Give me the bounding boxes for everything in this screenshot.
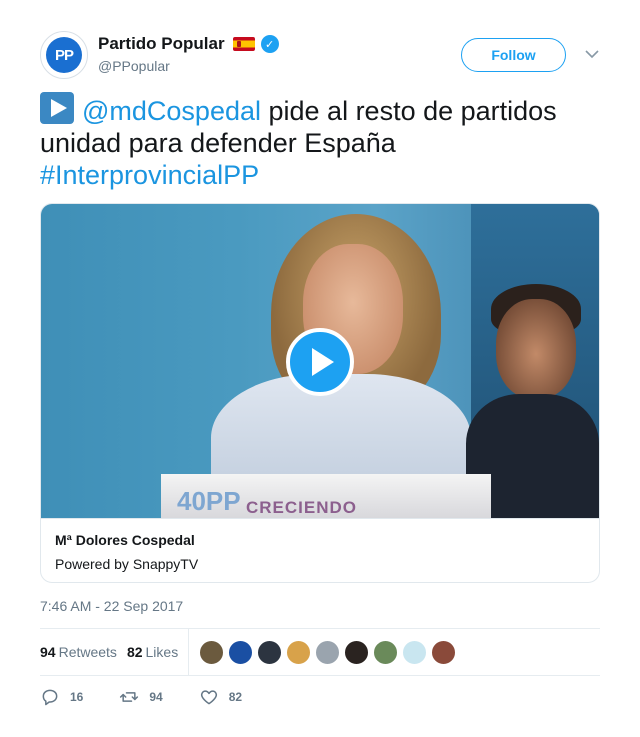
liker-avatars — [199, 639, 460, 665]
account-names: Partido Popular ✓ @PPopular — [98, 33, 279, 74]
retweets-count: 94 — [40, 644, 56, 660]
display-name-row: Partido Popular ✓ — [98, 33, 279, 55]
retweet-icon — [120, 692, 139, 702]
reply-icon — [42, 689, 58, 706]
card-title: Mª Dolores Cospedal — [55, 532, 195, 548]
retweets-label: Retweets — [58, 644, 117, 660]
avatar[interactable]: PP — [40, 31, 88, 79]
retweet-count: 94 — [149, 690, 163, 704]
hashtag-link[interactable]: #InterprovincialPP — [40, 160, 259, 190]
reply-button[interactable]: 16 — [40, 687, 83, 707]
reply-count: 16 — [70, 690, 84, 704]
stats-divider — [188, 629, 190, 675]
heart-icon — [200, 690, 217, 705]
chevron-down-icon[interactable] — [583, 45, 601, 63]
liker-avatar[interactable] — [286, 639, 312, 665]
retweet-button[interactable]: 94 — [119, 687, 163, 707]
pp-logo-icon: PP — [46, 37, 82, 73]
tweet-header: PP Partido Popular ✓ @PPopular Follow — [40, 31, 600, 79]
liker-avatar[interactable] — [199, 639, 225, 665]
card-info[interactable]: Mª Dolores Cospedal Powered by SnappyTV — [41, 518, 599, 582]
follow-button[interactable]: Follow — [461, 38, 566, 72]
retweets-stat[interactable]: 94 Retweets — [40, 644, 117, 660]
play-icon[interactable] — [286, 328, 354, 396]
podium-logo: 40PP — [177, 486, 241, 516]
verified-badge-icon: ✓ — [260, 35, 279, 53]
card-subtitle: Powered by SnappyTV — [55, 556, 199, 572]
tweet-stats: 94 Retweets 82 Likes — [40, 628, 600, 676]
liker-avatar[interactable] — [315, 639, 341, 665]
like-button[interactable]: 82 — [199, 687, 242, 707]
liker-avatar[interactable] — [228, 639, 254, 665]
play-button-emoji-icon — [40, 92, 74, 124]
tweet-text: @mdCospedal pide al resto de partidos un… — [40, 92, 600, 191]
liker-avatar[interactable] — [402, 639, 428, 665]
likes-count: 82 — [126, 644, 143, 660]
display-name[interactable]: Partido Popular — [98, 34, 225, 54]
mention-link[interactable]: @mdCospedal — [82, 96, 261, 126]
liker-avatar[interactable] — [431, 639, 457, 665]
bystander-head — [496, 299, 576, 399]
liker-avatar[interactable] — [257, 639, 283, 665]
video-card[interactable]: 40PP CRECIENDO Mª Dolores Cospedal Power… — [40, 203, 600, 583]
tweet-timestamp[interactable]: 7:46 AM - 22 Sep 2017 — [40, 598, 183, 614]
liker-avatar[interactable] — [373, 639, 399, 665]
spain-flag-icon — [232, 37, 255, 51]
tweet-actions: 16 94 82 — [40, 686, 278, 708]
liker-avatar[interactable] — [344, 639, 370, 665]
like-count: 82 — [228, 690, 243, 704]
account-handle[interactable]: @PPopular — [98, 58, 279, 74]
likes-stat[interactable]: 82 Likes — [127, 644, 178, 660]
podium-text: CRECIENDO — [246, 498, 358, 517]
likes-label: Likes — [145, 644, 179, 660]
video-player[interactable]: 40PP CRECIENDO — [41, 204, 599, 518]
